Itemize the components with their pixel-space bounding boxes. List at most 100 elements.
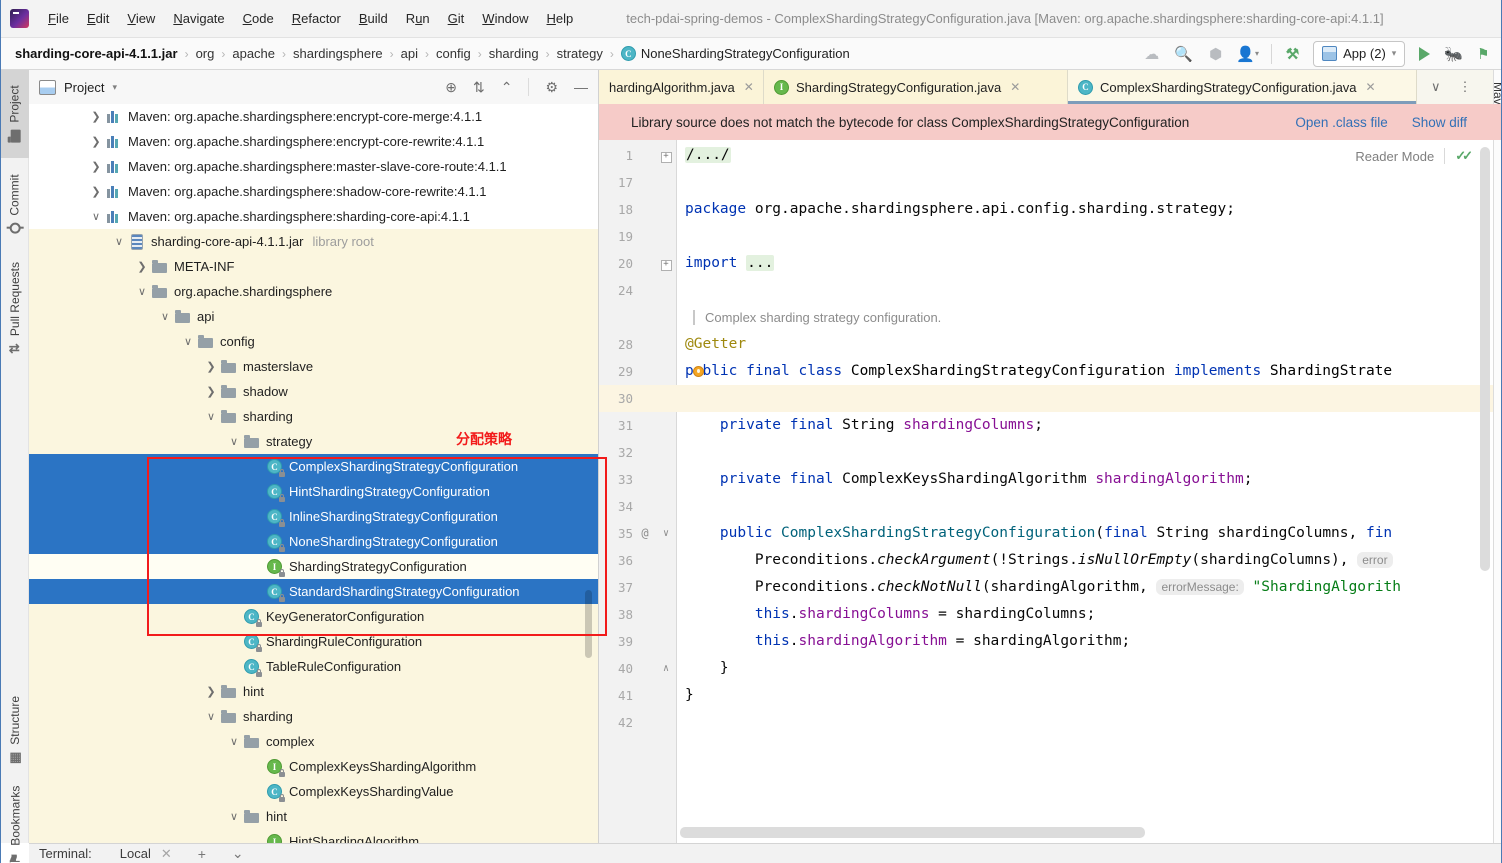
breadcrumb-item[interactable]: strategy — [557, 46, 603, 61]
chevron-collapsed-icon[interactable]: ❯ — [87, 135, 105, 148]
editor-tab[interactable]: CComplexShardingStrategyConfiguration.ja… — [1068, 70, 1417, 104]
locate-file-icon[interactable]: ⊕ — [445, 79, 457, 96]
chevron-expanded-icon[interactable]: ∨ — [202, 410, 220, 423]
breadcrumb-item[interactable]: api — [401, 46, 418, 61]
tree-row[interactable]: ∨Maven: org.apache.shardingsphere:shardi… — [29, 204, 598, 229]
chevron-expanded-icon[interactable]: ∨ — [179, 335, 197, 348]
breadcrumb-item[interactable]: CNoneShardingStrategyConfiguration — [621, 46, 850, 61]
coverage-icon[interactable]: ⚑ — [1477, 45, 1487, 63]
intention-bulb-icon[interactable] — [693, 366, 704, 377]
fold-close-icon[interactable]: ∧ — [657, 655, 675, 682]
tree-row[interactable]: ❯Maven: org.apache.shardingsphere:shadow… — [29, 179, 598, 204]
chevron-expanded-icon[interactable]: ∨ — [156, 310, 174, 323]
menu-item-view[interactable]: View — [118, 0, 164, 38]
tree-row[interactable]: ❯shadow — [29, 379, 598, 404]
sidebar-item-bookmarks[interactable]: ⚑Bookmarks — [1, 782, 29, 863]
breadcrumb-item[interactable]: apache — [232, 46, 275, 61]
tree-row[interactable]: ∨complex — [29, 729, 598, 754]
tree-row[interactable]: CTableRuleConfiguration — [29, 654, 598, 679]
project-tree-scrollbar[interactable] — [585, 590, 592, 658]
editor-tab[interactable]: hardingAlgorithm.java✕ — [599, 70, 764, 104]
menu-item-help[interactable]: Help — [538, 0, 583, 38]
tree-row[interactable]: ∨hint — [29, 804, 598, 829]
tree-row[interactable]: CShardingRuleConfiguration — [29, 629, 598, 654]
annotation-gutter-icon[interactable]: @ — [633, 520, 657, 547]
run-configuration-select[interactable]: App (2) ▾ — [1313, 41, 1405, 67]
settings-gear-icon[interactable]: ⚙ — [545, 79, 558, 96]
chevron-down-icon[interactable]: ⌄ — [232, 845, 244, 862]
editor-body[interactable]: 1+/.../1718package org.apache.shardingsp… — [599, 140, 1493, 843]
tree-row[interactable]: CInlineShardingStrategyConfiguration — [29, 504, 598, 529]
chevron-collapsed-icon[interactable]: ❯ — [87, 160, 105, 173]
breadcrumb-item[interactable]: sharding-core-api-4.1.1.jar — [15, 46, 178, 61]
reader-mode-label[interactable]: Reader Mode — [1355, 149, 1434, 164]
tree-row[interactable]: ∨strategy — [29, 429, 598, 454]
menu-item-window[interactable]: Window — [473, 0, 537, 38]
chevron-collapsed-icon[interactable]: ❯ — [87, 185, 105, 198]
inspections-ok-icon[interactable]: ✓✓ — [1455, 148, 1473, 164]
tree-row[interactable]: CHintShardingStrategyConfiguration — [29, 479, 598, 504]
tree-row[interactable]: ❯masterslave — [29, 354, 598, 379]
editor-vertical-scrollbar[interactable] — [1480, 147, 1490, 571]
collapse-all-icon[interactable]: ⌃ — [501, 79, 513, 96]
terminal-label[interactable]: Terminal: — [39, 846, 92, 861]
fold-open-icon[interactable]: ∨ — [657, 520, 675, 547]
tree-row[interactable]: CComplexShardingStrategyConfiguration — [29, 454, 598, 479]
open-class-file-link[interactable]: Open .class file — [1295, 115, 1387, 130]
search-everywhere-icon[interactable]: 🔍 — [1175, 45, 1193, 63]
chevron-down-icon[interactable]: ∨ — [1431, 79, 1441, 95]
breadcrumb-item[interactable]: sharding — [489, 46, 539, 61]
chevron-expanded-icon[interactable]: ∨ — [225, 735, 243, 748]
editor-horizontal-scrollbar[interactable] — [680, 827, 1145, 838]
tree-row[interactable]: IComplexKeysShardingAlgorithm — [29, 754, 598, 779]
more-options-icon[interactable]: ⋮ — [1459, 79, 1472, 95]
chevron-collapsed-icon[interactable]: ❯ — [87, 110, 105, 123]
hide-panel-icon[interactable]: — — [574, 79, 588, 95]
breadcrumb-item[interactable]: config — [436, 46, 471, 61]
tree-row[interactable]: IShardingStrategyConfiguration — [29, 554, 598, 579]
editor-tab[interactable]: IShardingStrategyConfiguration.java✕ — [764, 70, 1068, 104]
tree-row[interactable]: ∨org.apache.shardingsphere — [29, 279, 598, 304]
menu-item-navigate[interactable]: Navigate — [164, 0, 233, 38]
new-terminal-icon[interactable]: + — [198, 846, 206, 862]
tree-row[interactable]: ∨sharding-core-api-4.1.1.jarlibrary root — [29, 229, 598, 254]
tree-row[interactable]: ❯META-INF — [29, 254, 598, 279]
hexagon-icon[interactable]: ⬢ — [1207, 45, 1225, 63]
fold-plus-icon[interactable]: + — [657, 142, 675, 169]
tree-row[interactable]: ❯Maven: org.apache.shardingsphere:encryp… — [29, 129, 598, 154]
menu-item-build[interactable]: Build — [350, 0, 397, 38]
chevron-collapsed-icon[interactable]: ❯ — [202, 685, 220, 698]
run-icon[interactable] — [1419, 47, 1430, 61]
chevron-expanded-icon[interactable]: ∨ — [202, 710, 220, 723]
breadcrumb-item[interactable]: org — [196, 46, 215, 61]
tree-row[interactable]: CNoneShardingStrategyConfiguration — [29, 529, 598, 554]
tree-row[interactable]: IHintShardingAlgorithm — [29, 829, 598, 843]
chevron-expanded-icon[interactable]: ∨ — [110, 235, 128, 248]
sidebar-item-structure[interactable]: ▦Structure — [1, 682, 29, 778]
close-icon[interactable]: ✕ — [744, 80, 754, 94]
menu-item-code[interactable]: Code — [234, 0, 283, 38]
terminal-tab-local[interactable]: Local ✕ — [120, 846, 172, 862]
menu-item-edit[interactable]: Edit — [78, 0, 118, 38]
breadcrumb-item[interactable]: shardingsphere — [293, 46, 383, 61]
tree-row[interactable]: ∨sharding — [29, 404, 598, 429]
sidebar-item-project[interactable]: Project — [1, 70, 29, 158]
debug-icon[interactable]: 🐜 — [1444, 45, 1463, 63]
tree-row[interactable]: ❯hint — [29, 679, 598, 704]
tree-row[interactable]: CKeyGeneratorConfiguration — [29, 604, 598, 629]
fold-plus-icon[interactable]: + — [657, 250, 675, 277]
tree-row[interactable]: CComplexKeysShardingValue — [29, 779, 598, 804]
close-icon[interactable]: ✕ — [1366, 80, 1376, 94]
tree-row[interactable]: ❯Maven: org.apache.shardingsphere:encryp… — [29, 104, 598, 129]
menu-item-file[interactable]: File — [39, 0, 78, 38]
sidebar-item-pull-requests[interactable]: ⇅Pull Requests — [1, 252, 29, 364]
close-icon[interactable]: ✕ — [1010, 80, 1020, 94]
chevron-expanded-icon[interactable]: ∨ — [225, 810, 243, 823]
tree-row[interactable]: ∨config — [29, 329, 598, 354]
close-icon[interactable]: ✕ — [161, 846, 172, 862]
tree-row[interactable]: ∨api — [29, 304, 598, 329]
chevron-expanded-icon[interactable]: ∨ — [225, 435, 243, 448]
chevron-collapsed-icon[interactable]: ❯ — [133, 260, 151, 273]
menu-item-run[interactable]: Run — [397, 0, 439, 38]
chevron-collapsed-icon[interactable]: ❯ — [202, 360, 220, 373]
